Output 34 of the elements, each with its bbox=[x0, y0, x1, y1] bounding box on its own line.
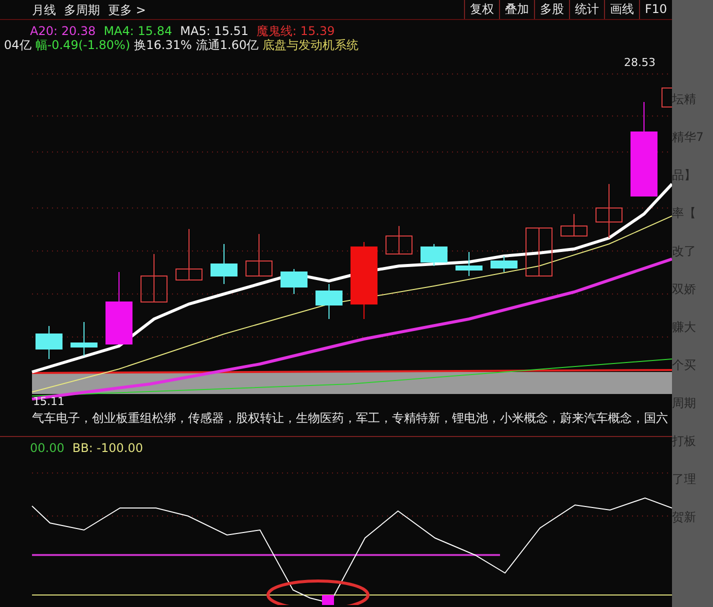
indicator-value: 幅-0.49(-1.80%) bbox=[35, 38, 130, 52]
candlestick bbox=[176, 228, 202, 280]
candlestick bbox=[526, 228, 552, 276]
candlestick bbox=[316, 284, 342, 320]
indicator-value: 00.00 bbox=[30, 441, 64, 455]
candlestick bbox=[140, 254, 168, 302]
candlestick bbox=[456, 252, 482, 276]
toolbar-menu-item[interactable]: 月线 bbox=[28, 0, 60, 18]
signal-bar bbox=[322, 595, 334, 605]
indicator-value: 换16.31% bbox=[134, 38, 192, 52]
concept-list: 气车电子，创业板重组松绑，传感器，股权转让，生物医药，军工，专精特新，锂电池，小米概念，蔚来汽车概念，国六 bbox=[32, 411, 668, 425]
indicator-value: A20: 20.38 bbox=[30, 24, 96, 38]
toolbar-menu-item[interactable]: 多周期 bbox=[60, 0, 104, 18]
candlestick bbox=[662, 88, 672, 108]
indicator-value: 04亿 bbox=[4, 38, 32, 52]
price-label: 15.11 bbox=[33, 395, 64, 407]
indicator-value: 魔鬼线: 15.39 bbox=[256, 24, 335, 38]
candlestick bbox=[490, 256, 518, 272]
candlestick bbox=[70, 322, 98, 356]
candlestick bbox=[420, 244, 448, 266]
candlestick bbox=[36, 326, 62, 360]
candlestick bbox=[386, 226, 412, 254]
indicator-value: MA4: 15.84 bbox=[104, 24, 172, 38]
candlestick bbox=[596, 184, 622, 238]
indicator-value: MA5: 15.51 bbox=[180, 24, 249, 38]
candlestick bbox=[210, 244, 238, 284]
price-label: 28.53 bbox=[624, 56, 656, 69]
toolbar-menu-item[interactable]: 更多 > bbox=[104, 0, 150, 18]
candlestick bbox=[560, 214, 588, 236]
candlestick bbox=[280, 268, 308, 294]
indicator-value: BB: -100.00 bbox=[72, 441, 143, 455]
candlestick bbox=[246, 234, 272, 276]
indicator-value: 流通1.60亿 bbox=[196, 38, 259, 52]
indicator-value: 底盘与发动机系统 bbox=[262, 38, 359, 52]
